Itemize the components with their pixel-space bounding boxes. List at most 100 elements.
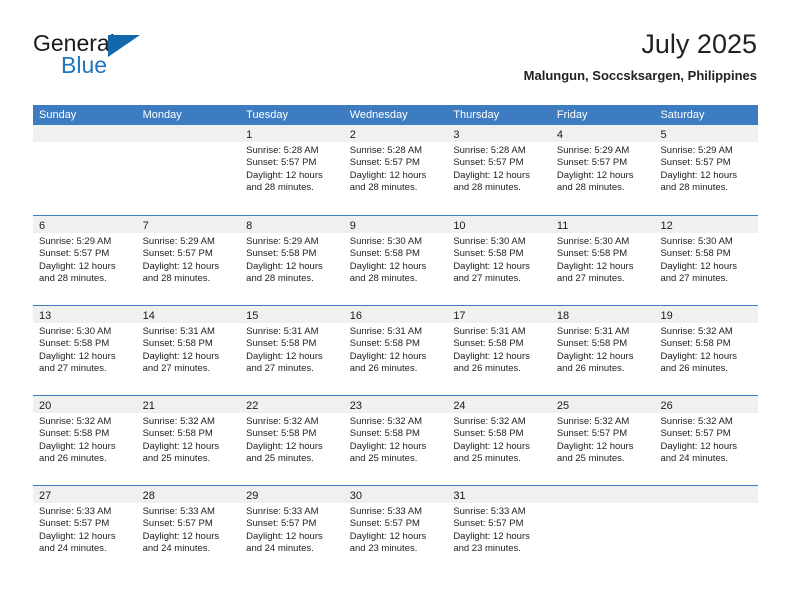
sunrise-text: Sunrise: 5:32 AM [453,416,526,427]
day-cell[interactable]: 26 Sunrise: 5:32 AM Sunset: 5:57 PM Dayligh… [654,396,759,485]
day-number: 27 [39,490,52,502]
day-cell[interactable]: 11 Sunrise: 5:30 AM Sunset: 5:58 PM Dayligh… [550,216,655,305]
day-cell[interactable]: 23 Sunrise: 5:32 AM Sunset: 5:58 PM Dayligh… [343,396,448,485]
day-info: Sunrise: 5:32 AM Sunset: 5:58 PM Daylight:… [654,323,758,376]
day-number-strip: 14 [136,306,241,323]
daylight-text-line2: and 24 minutes. [660,453,729,465]
sunrise-text: Sunrise: 5:28 AM [246,145,319,156]
day-number: 10 [453,220,466,232]
day-info: Sunrise: 5:29 AM Sunset: 5:57 PM Daylight:… [33,233,137,286]
day-number-strip: 6 [33,216,137,233]
day-cell[interactable]: 31 Sunrise: 5:33 AM Sunset: 5:57 PM Dayligh… [447,486,551,575]
day-cell[interactable]: 3 Sunrise: 5:28 AM Sunset: 5:57 PM Daylight… [447,125,551,215]
day-number: 13 [39,310,52,322]
daylight-text-line1: Daylight: 12 hours [660,350,738,362]
day-number-strip: 26 [654,396,759,413]
sunrise-text: Sunrise: 5:30 AM [349,236,423,247]
day-cell[interactable]: 13 Sunrise: 5:30 AM Sunset: 5:58 PM Dayligh… [33,306,137,395]
day-cell[interactable]: 14 Sunrise: 5:31 AM Sunset: 5:58 PM Dayligh… [136,306,241,395]
sunset-text: Sunset: 5:57 PM [556,428,628,440]
calendar-week-row: 20 Sunrise: 5:32 AM Sunset: 5:58 PM Dayligh… [33,395,759,485]
sunset-text: Sunset: 5:58 PM [246,428,317,440]
day-number: 29 [246,490,259,502]
daylight-text-line1: Daylight: 12 hours [246,350,323,362]
day-cell[interactable]: 28 Sunrise: 5:33 AM Sunset: 5:57 PM Dayligh… [136,486,241,575]
daylight-text-line1: Daylight: 12 hours [453,169,530,181]
general-blue-logo[interactable]: General Blue [33,30,213,86]
day-cell[interactable]: 12 Sunrise: 5:30 AM Sunset: 5:58 PM Dayligh… [654,216,759,305]
day-cell[interactable]: 6 Sunrise: 5:29 AM Sunset: 5:57 PM Daylight… [33,216,137,305]
day-number: 1 [246,129,253,141]
day-number: 19 [660,310,673,322]
weekday-header-tuesday: Tuesday [246,109,288,121]
day-cell[interactable]: 16 Sunrise: 5:31 AM Sunset: 5:58 PM Dayligh… [343,306,448,395]
day-number: 23 [349,400,362,412]
sunset-text: Sunset: 5:57 PM [453,518,524,530]
daylight-text-line2: and 28 minutes. [349,182,418,194]
day-cell[interactable]: 5 Sunrise: 5:29 AM Sunset: 5:57 PM Daylight… [654,125,759,215]
sunset-text: Sunset: 5:57 PM [39,248,110,260]
day-info: Sunrise: 5:31 AM Sunset: 5:58 PM Daylight:… [240,323,344,376]
calendar-week-row: 1 Sunrise: 5:28 AM Sunset: 5:57 PM Daylight… [33,125,759,215]
day-cell[interactable]: 8 Sunrise: 5:29 AM Sunset: 5:58 PM Daylight… [240,216,344,305]
weekday-header-saturday: Saturday [660,109,705,121]
day-cell[interactable]: 9 Sunrise: 5:30 AM Sunset: 5:58 PM Daylight… [343,216,448,305]
day-cell[interactable]: 7 Sunrise: 5:29 AM Sunset: 5:57 PM Daylight… [136,216,241,305]
day-cell[interactable]: 21 Sunrise: 5:32 AM Sunset: 5:58 PM Dayligh… [136,396,241,485]
day-info: Sunrise: 5:32 AM Sunset: 5:57 PM Daylight:… [551,413,655,466]
day-cell[interactable]: 24 Sunrise: 5:32 AM Sunset: 5:58 PM Dayligh… [447,396,551,485]
day-info: Sunrise: 5:30 AM Sunset: 5:58 PM Daylight:… [654,233,758,286]
day-cell[interactable]: 22 Sunrise: 5:32 AM Sunset: 5:58 PM Dayligh… [240,396,344,485]
day-number: 3 [453,129,460,141]
day-cell[interactable]: 20 Sunrise: 5:32 AM Sunset: 5:58 PM Dayligh… [33,396,137,485]
day-number-strip: 7 [136,216,241,233]
day-cell[interactable]: 25 Sunrise: 5:32 AM Sunset: 5:57 PM Dayligh… [550,396,655,485]
day-number-strip: 4 [550,125,655,142]
day-number-strip: 31 [447,486,551,503]
sunset-text: Sunset: 5:58 PM [142,338,213,350]
day-number-strip: 12 [654,216,759,233]
day-cell-empty [550,486,655,575]
day-cell-empty [654,486,759,575]
daylight-text-line2: and 27 minutes. [142,363,211,375]
sunrise-text: Sunrise: 5:32 AM [142,416,215,427]
calendar-weeks: 1 Sunrise: 5:28 AM Sunset: 5:57 PM Daylight… [33,125,759,575]
sunset-text: Sunset: 5:57 PM [453,157,524,169]
day-number-strip: 10 [447,216,551,233]
day-number: 8 [246,220,253,232]
daylight-text-line2: and 28 minutes. [556,182,625,194]
calendar-week-row: 13 Sunrise: 5:30 AM Sunset: 5:58 PM Dayligh… [33,305,759,395]
daylight-text-line1: Daylight: 12 hours [349,350,427,362]
daylight-text-line2: and 25 minutes. [349,453,418,465]
daylight-text-line1: Daylight: 12 hours [453,530,530,542]
day-cell[interactable]: 4 Sunrise: 5:29 AM Sunset: 5:57 PM Daylight… [550,125,655,215]
daylight-text-line2: and 23 minutes. [349,543,418,555]
weekday-header-friday: Friday [556,109,588,121]
sunset-text: Sunset: 5:57 PM [556,157,628,169]
sunrise-text: Sunrise: 5:30 AM [453,236,526,247]
day-cell[interactable]: 29 Sunrise: 5:33 AM Sunset: 5:57 PM Dayligh… [240,486,344,575]
day-number: 14 [142,310,155,322]
sunset-text: Sunset: 5:57 PM [142,248,213,260]
day-number: 6 [39,220,46,232]
day-cell[interactable]: 10 Sunrise: 5:30 AM Sunset: 5:58 PM Dayligh… [447,216,551,305]
day-cell[interactable]: 17 Sunrise: 5:31 AM Sunset: 5:58 PM Dayligh… [447,306,551,395]
day-number-strip: 22 [240,396,344,413]
day-cell[interactable]: 19 Sunrise: 5:32 AM Sunset: 5:58 PM Dayligh… [654,306,759,395]
day-info: Sunrise: 5:29 AM Sunset: 5:57 PM Daylight:… [551,142,655,195]
day-cell[interactable]: 2 Sunrise: 5:28 AM Sunset: 5:57 PM Daylight… [343,125,448,215]
day-cell[interactable]: 27 Sunrise: 5:33 AM Sunset: 5:57 PM Dayligh… [33,486,137,575]
sunrise-text: Sunrise: 5:32 AM [349,416,423,427]
sunset-text: Sunset: 5:58 PM [142,428,213,440]
day-cell[interactable]: 15 Sunrise: 5:31 AM Sunset: 5:58 PM Dayligh… [240,306,344,395]
day-cell[interactable]: 30 Sunrise: 5:33 AM Sunset: 5:57 PM Dayligh… [343,486,448,575]
day-cell[interactable]: 1 Sunrise: 5:28 AM Sunset: 5:57 PM Daylight… [240,125,344,215]
day-info: Sunrise: 5:28 AM Sunset: 5:57 PM Daylight:… [447,142,551,195]
day-info: Sunrise: 5:32 AM Sunset: 5:58 PM Daylight:… [240,413,344,466]
day-cell[interactable]: 18 Sunrise: 5:31 AM Sunset: 5:58 PM Dayligh… [550,306,655,395]
sunrise-text: Sunrise: 5:32 AM [556,416,630,427]
daylight-text-line1: Daylight: 12 hours [556,260,634,272]
title-block: July 2025 Malungun, Soccsksargen, Philip… [524,28,757,86]
sunset-text: Sunset: 5:58 PM [246,338,317,350]
sunrise-text: Sunrise: 5:33 AM [453,506,526,517]
